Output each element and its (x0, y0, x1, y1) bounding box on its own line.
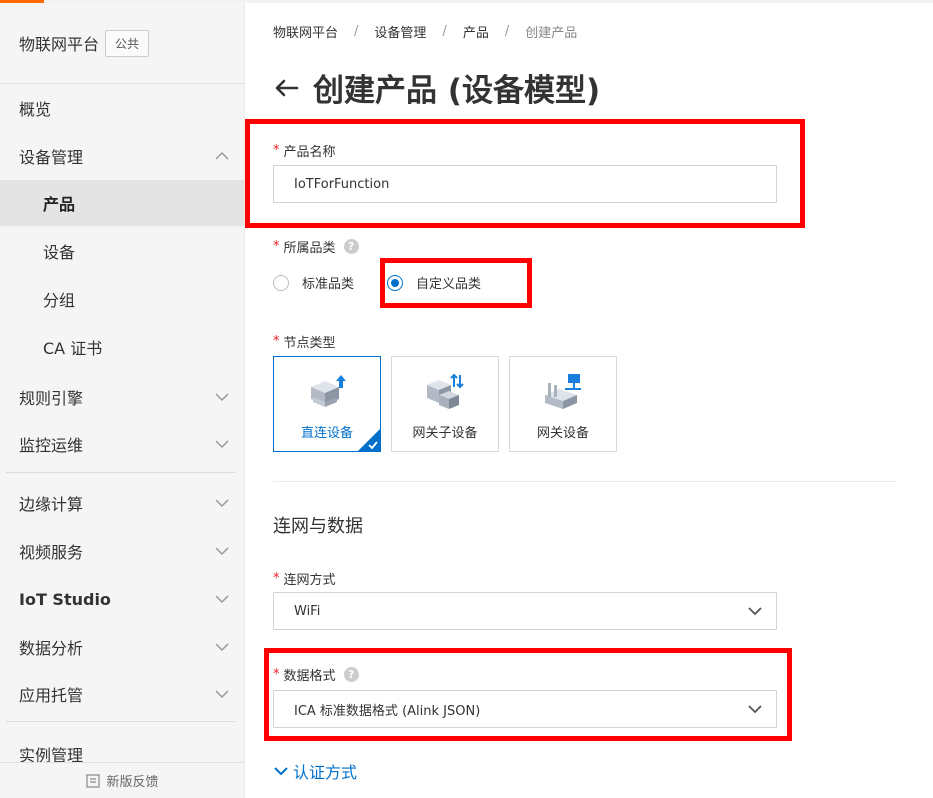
feedback-icon (86, 773, 101, 788)
sidebar-item-devices[interactable]: 设备 (0, 228, 244, 274)
chevron-down-icon (748, 607, 762, 616)
sidebar-item-label: 分组 (43, 291, 76, 310)
chevron-down-icon (212, 637, 232, 657)
sidebar-item-label: 设备管理 (19, 148, 84, 167)
chevron-down-icon (212, 434, 232, 454)
sidebar-item-data-analysis[interactable]: 数据分析 (0, 624, 244, 670)
highlight-box-data-format (264, 648, 792, 741)
highlight-box-custom-category (380, 258, 532, 308)
breadcrumb-item[interactable]: 产品 (463, 22, 489, 41)
breadcrumb: 物联网平台 / 设备管理 / 产品 / 创建产品 (273, 22, 578, 41)
main-content: 物联网平台 / 设备管理 / 产品 / 创建产品 创建产品 (设备模型) * 产… (245, 3, 933, 798)
sidebar: 物联网平台 公共 概览 设备管理 产品 设备 分组 CA 证书 规则引擎 监控运… (0, 3, 245, 798)
sidebar-item-label: IoT Studio (19, 589, 111, 609)
sidebar-item-ca-certificates[interactable]: CA 证书 (0, 324, 244, 370)
chevron-down-icon (212, 493, 232, 513)
card-label: 网关子设备 (412, 426, 478, 441)
direct-device-icon (305, 371, 349, 413)
sidebar-item-label: 产品 (43, 195, 76, 214)
network-label-text: 连网方式 (283, 573, 336, 588)
sidebar-divider (6, 721, 235, 722)
card-label: 直连设备 (300, 426, 353, 441)
node-type-gateway-subdevice[interactable]: 网关子设备 (391, 356, 499, 452)
section-divider (273, 481, 897, 482)
back-arrow-icon[interactable] (271, 73, 301, 103)
sidebar-title: 物联网平台 (19, 35, 100, 54)
instance-badge[interactable]: 公共 (105, 29, 150, 57)
node-type-gateway-device[interactable]: 网关设备 (509, 356, 617, 452)
highlight-box-product-name (245, 119, 805, 228)
page-title: 创建产品 (设备模型) (313, 73, 601, 109)
sidebar-item-label: CA 证书 (43, 339, 103, 358)
node-type-direct-device[interactable]: 直连设备 (273, 356, 381, 452)
chevron-up-icon (212, 146, 232, 166)
sidebar-item-iot-studio[interactable]: IoT Studio (0, 576, 244, 622)
sidebar-item-label: 设备 (43, 243, 76, 262)
network-select[interactable]: WiFi (273, 592, 777, 630)
help-icon[interactable]: ? (343, 239, 359, 254)
checkmark-icon (358, 429, 380, 451)
auth-method-toggle[interactable]: 认证方式 (273, 759, 357, 783)
breadcrumb-item[interactable]: 物联网平台 (273, 22, 338, 41)
chevron-down-icon (212, 541, 232, 561)
gateway-device-icon (541, 371, 585, 413)
sidebar-item-label: 边缘计算 (19, 495, 84, 514)
network-select-value: WiFi (294, 603, 321, 619)
sidebar-item-products[interactable]: 产品 (0, 180, 244, 226)
gateway-subdevice-icon (423, 371, 467, 413)
chevron-down-icon (274, 767, 288, 776)
breadcrumb-current: 创建产品 (525, 26, 578, 41)
sidebar-item-device-management[interactable]: 设备管理 (0, 133, 244, 179)
sidebar-header: 物联网平台 公共 (0, 3, 244, 84)
category-label: * 所属品类 ? (273, 237, 359, 256)
section-title: 连网与数据 (273, 516, 363, 537)
radio-standard-category[interactable] (273, 274, 289, 291)
required-mark: * (273, 334, 280, 349)
chevron-down-icon (212, 589, 232, 609)
sidebar-item-label: 视频服务 (19, 543, 84, 562)
sidebar-item-label: 应用托管 (19, 686, 84, 705)
sidebar-item-video-service[interactable]: 视频服务 (0, 528, 244, 574)
category-label-text: 所属品类 (283, 241, 336, 256)
feedback-button[interactable]: 新版反馈 (0, 762, 244, 798)
sidebar-item-monitoring[interactable]: 监控运维 (0, 421, 244, 467)
sidebar-item-label: 规则引擎 (19, 389, 84, 408)
radio-label[interactable]: 标准品类 (302, 273, 354, 292)
auth-method-label: 认证方式 (293, 763, 358, 782)
node-type-label-text: 节点类型 (283, 336, 336, 351)
sidebar-item-groups[interactable]: 分组 (0, 276, 244, 322)
feedback-label: 新版反馈 (106, 775, 159, 790)
card-label: 网关设备 (536, 426, 589, 441)
chevron-down-icon (212, 684, 232, 704)
required-mark: * (273, 571, 280, 586)
sidebar-item-edge-computing[interactable]: 边缘计算 (0, 480, 244, 526)
sidebar-item-overview[interactable]: 概览 (0, 85, 244, 131)
required-mark: * (273, 239, 280, 254)
sidebar-item-rules-engine[interactable]: 规则引擎 (0, 374, 244, 420)
node-type-label: * 节点类型 (273, 332, 336, 351)
sidebar-divider (6, 472, 235, 473)
sidebar-item-label: 监控运维 (19, 436, 84, 455)
sidebar-item-label: 数据分析 (19, 639, 84, 658)
chevron-down-icon (212, 387, 232, 407)
breadcrumb-item[interactable]: 设备管理 (374, 22, 426, 41)
network-label: * 连网方式 (273, 569, 336, 588)
sidebar-item-label: 概览 (19, 100, 52, 119)
page-header: 创建产品 (设备模型) (271, 65, 600, 110)
sidebar-item-app-hosting[interactable]: 应用托管 (0, 671, 244, 717)
